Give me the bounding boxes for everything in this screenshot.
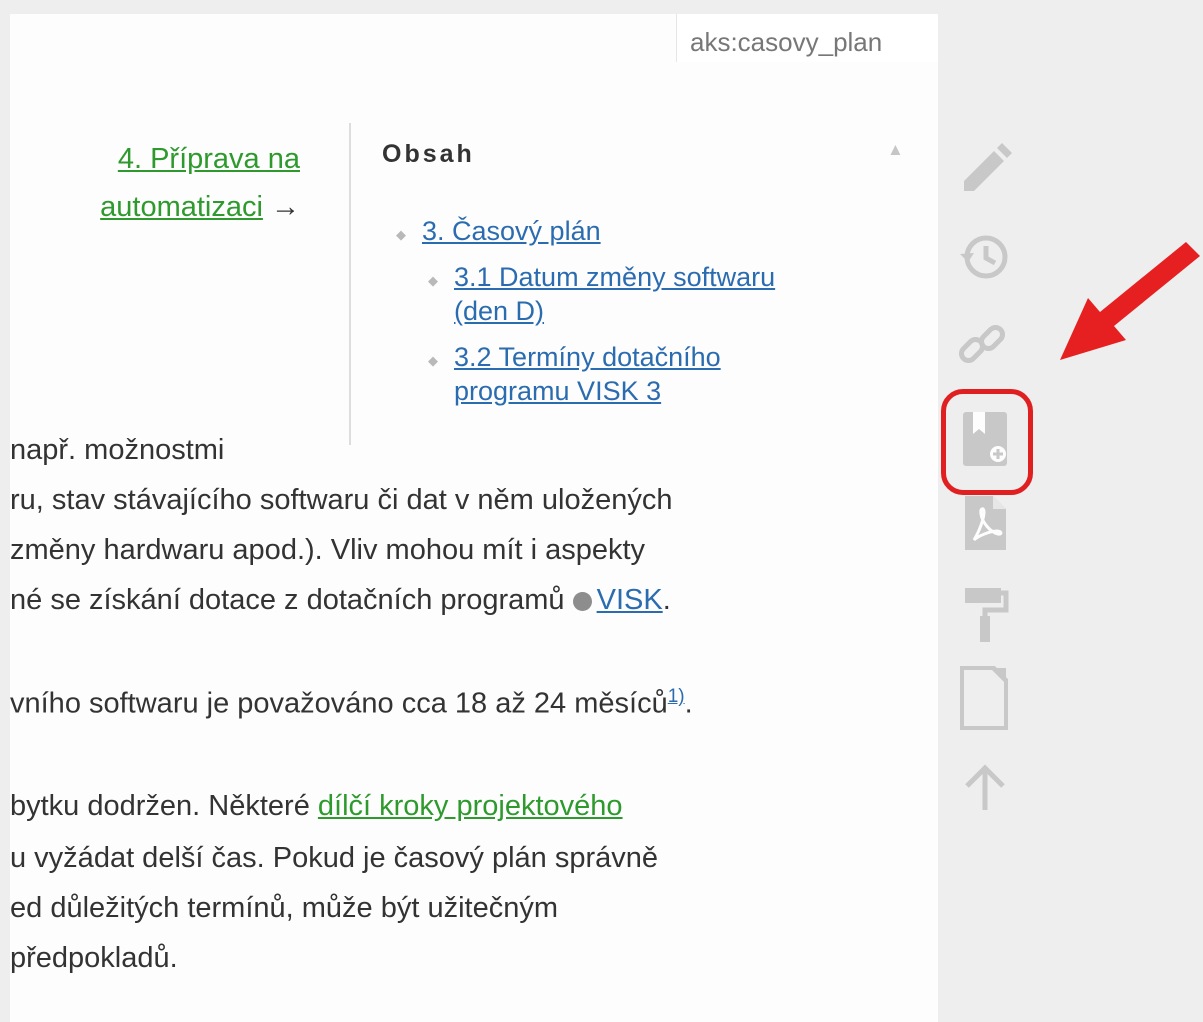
toc-separator <box>349 123 351 445</box>
content-line: bytku dodržen. Některé dílčí kroky proje… <box>10 790 623 823</box>
toc-link[interactable]: 3.2 Termíny dotačního <box>454 342 721 372</box>
next-page-link-cont[interactable]: automatizaci <box>100 191 263 223</box>
content-line: např. možnostmi <box>10 434 225 466</box>
content-line: změny hardwaru apod.). Vliv mohou mít i … <box>10 534 646 566</box>
edit-icon[interactable] <box>950 137 1020 207</box>
content-line: ed důležitých termínů, může být užitečný… <box>10 892 559 924</box>
table-of-contents: Obsah ▲ ◆ 3. Časový plán ◆ 3.1 Datum změ… <box>382 140 922 406</box>
content-line: né se získání dotace z dotačních program… <box>10 584 671 617</box>
visk-link[interactable]: VISK <box>597 584 663 616</box>
content-text: bytku dodržen. Některé <box>10 790 318 822</box>
content-line: u vyžádat delší čas. Pokud je časový plá… <box>10 842 659 874</box>
dilci-kroky-link[interactable]: dílčí kroky projektového <box>318 790 623 822</box>
content-line: vního softwaru je považováno cca 18 až 2… <box>10 686 693 721</box>
toc-link[interactable]: programu VISK 3 <box>454 376 661 406</box>
next-page-link[interactable]: 4. Příprava na <box>118 143 300 175</box>
pdf-icon[interactable] <box>950 490 1020 560</box>
toc-link[interactable]: (den D) <box>454 296 544 326</box>
content-text: . <box>662 584 671 616</box>
toc-title: Obsah <box>382 140 475 168</box>
toc-item-casovy-plan[interactable]: 3. Časový plán <box>422 214 601 248</box>
toc-link[interactable]: 3.1 Datum změny softwaru <box>454 262 775 292</box>
content-text: né se získání dotace z dotačních program… <box>10 584 573 616</box>
globe-icon <box>572 592 592 611</box>
content-line: ru, stav stávajícího softwaru či dat v n… <box>10 484 673 516</box>
toc-link[interactable]: 3. Časový plán <box>422 216 601 246</box>
next-page-nav: 4. Příprava na automatizaci → <box>20 135 300 231</box>
highlight-circle <box>941 389 1033 495</box>
content-text: vního softwaru je považováno cca 18 až 2… <box>10 687 668 720</box>
toc-bullet-icon: ◆ <box>396 227 406 242</box>
toc-bullet-icon: ◆ <box>428 353 438 368</box>
history-icon[interactable] <box>950 220 1020 290</box>
footnote-link[interactable]: 1) <box>668 686 685 707</box>
toc-item-datum-zmeny[interactable]: 3.1 Datum změny softwaru (den D) <box>454 260 775 328</box>
page-icon[interactable] <box>950 662 1020 732</box>
window-edge <box>0 14 10 62</box>
content-line: předpokladů. <box>10 942 178 974</box>
toc-item-terminy-visk[interactable]: 3.2 Termíny dotačního programu VISK 3 <box>454 340 721 408</box>
arrow-up-icon[interactable] <box>950 752 1020 822</box>
toc-collapse-icon[interactable]: ▲ <box>887 140 904 160</box>
paint-roller-icon[interactable] <box>950 580 1020 650</box>
link-icon[interactable] <box>950 313 1020 383</box>
red-arrow-annotation <box>1060 242 1200 360</box>
content-text: . <box>684 687 693 720</box>
toc-bullet-icon: ◆ <box>428 273 438 288</box>
next-arrow: → <box>271 191 300 223</box>
